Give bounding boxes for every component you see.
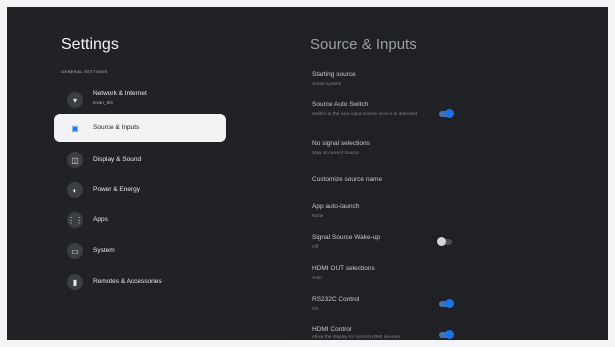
setting-name: Signal Source Wake-up [312,234,381,241]
setting-value: Off [312,245,319,250]
setting-app-auto-launch[interactable]: App auto-launch None [312,203,482,220]
toggle-knob [445,299,454,308]
hdmi-control-toggle[interactable] [439,330,454,339]
setting-starting-source[interactable]: Starting source Smart system [312,71,482,88]
setting-name: App auto-launch [312,203,360,210]
sidebar-item-remotes[interactable]: ▮ Remotes & Accessories [54,268,226,296]
setting-name: HDMI Control [312,326,352,333]
signal-wakeup-toggle[interactable] [437,237,452,246]
setting-hdmi-control[interactable]: HDMI Control Allow the display to contro… [312,326,482,341]
setting-rs232c[interactable]: RS232C Control On [312,296,482,313]
monitor-icon: ▭ [67,243,83,259]
sidebar-item-label: Source & Inputs [93,124,140,131]
section-header: GENERAL SETTINGS [61,69,108,74]
setting-value: None [312,214,324,219]
setting-value: Auto [312,276,322,281]
setting-name: Starting source [312,71,356,78]
sidebar-item-label: Power & Energy [93,186,140,193]
sidebar-item-power[interactable]: ◐ Power & Energy [54,176,226,204]
setting-name: RS232C Control [312,296,360,303]
setting-value: Smart system [312,82,342,87]
sidebar-item-sublabel: Evan_5G [93,101,114,106]
apps-grid-icon: ⋮⋮ [67,212,83,228]
setting-value: Stay at current source [312,151,359,156]
setting-value: Switch to the new input source once it i… [312,112,419,117]
sidebar-item-label: Apps [93,216,108,223]
sidebar-item-label: Remotes & Accessories [93,278,162,285]
setting-value: On [312,307,319,312]
page-title: Settings [61,36,119,53]
toggle-knob [445,109,454,118]
setting-name: HDMI OUT selections [312,265,375,272]
display-icon: ◫ [67,152,83,168]
setting-source-auto-switch[interactable]: Source Auto Switch Switch to the new inp… [312,101,482,118]
sidebar-item-system[interactable]: ▭ System [54,237,226,265]
content-title: Source & Inputs [310,36,417,53]
sidebar-item-apps[interactable]: ⋮⋮ Apps [54,206,226,234]
input-source-icon: ▣ [71,123,79,133]
source-auto-switch-toggle[interactable] [439,109,454,118]
setting-name: No signal selections [312,140,370,147]
toggle-knob [437,237,446,246]
toggle-knob [445,330,454,339]
setting-no-signal[interactable]: No signal selections Stay at current sou… [312,140,482,157]
remote-icon: ▮ [67,274,83,290]
sidebar-item-network[interactable]: ▾ Network & Internet Evan_5G [54,85,226,113]
power-icon: ◐ [67,182,83,198]
setting-customize-source[interactable]: Customize source name [312,176,482,183]
source-inputs-panel [290,7,608,340]
sidebar-item-display-sound[interactable]: ◫ Display & Sound [54,146,226,174]
setting-signal-wakeup[interactable]: Signal Source Wake-up Off [312,234,482,251]
rs232c-toggle[interactable] [439,299,454,308]
setting-name: Source Auto Switch [312,101,369,108]
setting-hdmi-out[interactable]: HDMI OUT selections Auto [312,265,482,282]
setting-name: Customize source name [312,176,383,183]
sidebar-item-label: System [93,247,115,254]
sidebar-item-source-inputs[interactable]: ▣ Source & Inputs [54,114,226,142]
sidebar-item-label: Display & Sound [93,156,142,163]
sidebar-item-label: Network & Internet [93,90,147,97]
wifi-icon: ▾ [67,92,83,108]
setting-value: Allow the display to control HDMI device… [312,335,400,340]
